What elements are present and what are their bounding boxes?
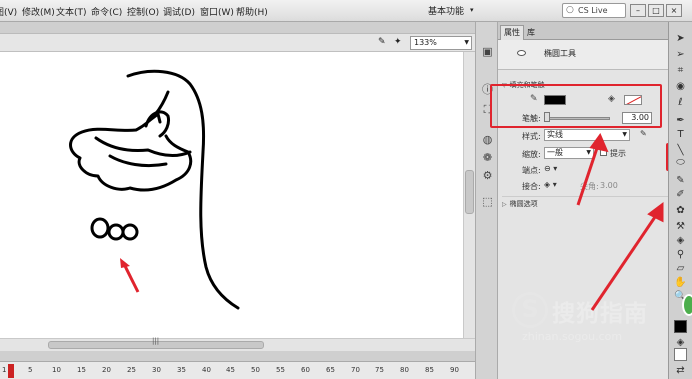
arrow-to-tool [590,213,659,311]
arrow-head [647,202,664,223]
arrow-to-stroke [576,144,600,206]
arrow-head [589,132,609,153]
annotation-arrows [576,132,664,311]
